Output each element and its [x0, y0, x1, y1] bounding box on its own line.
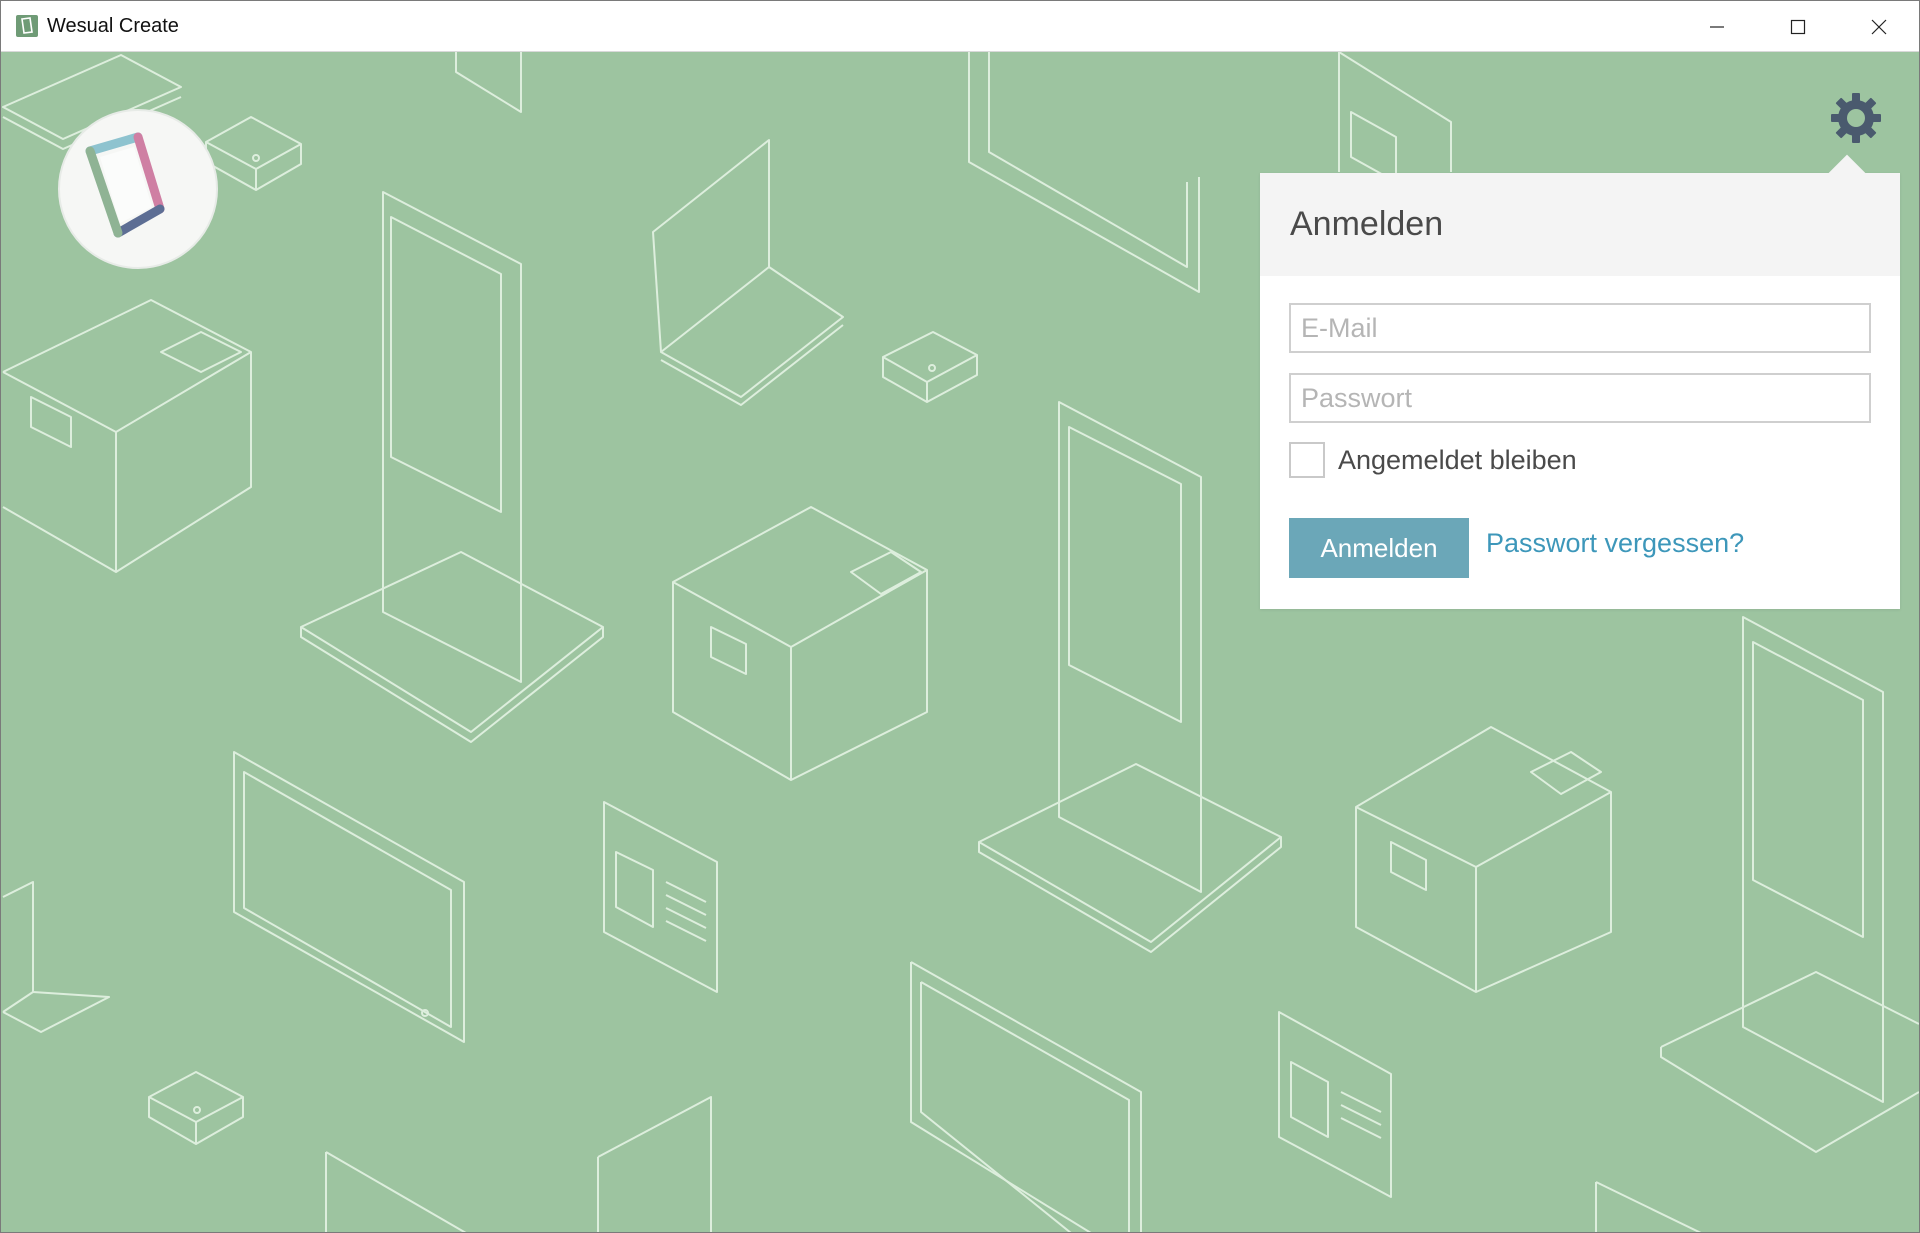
minimize-icon: [1709, 25, 1724, 28]
login-panel: Anmelden Angemeldet bleiben Anmelden Pas…: [1260, 154, 1900, 609]
maximize-icon: [1790, 19, 1805, 34]
main-content: Anmelden Angemeldet bleiben Anmelden Pas…: [1, 52, 1919, 1232]
window-controls: [1676, 1, 1919, 52]
gear-icon: [1831, 93, 1881, 143]
window-title: Wesual Create: [47, 14, 179, 37]
app-logo-icon: [16, 15, 38, 37]
remember-me-option[interactable]: Angemeldet bleiben: [1289, 442, 1577, 478]
title-bar[interactable]: Wesual Create: [1, 1, 1919, 52]
close-button[interactable]: [1838, 1, 1919, 52]
minimize-button[interactable]: [1676, 1, 1757, 52]
close-icon: [1871, 19, 1886, 34]
login-button[interactable]: Anmelden: [1289, 518, 1469, 578]
email-field[interactable]: [1289, 303, 1871, 353]
remember-me-label: Angemeldet bleiben: [1338, 444, 1577, 475]
app-window: Wesual Create Anmelden E-Mail Angemeldet…: [0, 0, 1920, 1233]
login-header: Anmelden: [1260, 173, 1900, 276]
password-field[interactable]: [1289, 373, 1871, 423]
wesual-logo-icon: [85, 132, 165, 238]
maximize-button[interactable]: [1757, 1, 1838, 52]
forgot-password-link[interactable]: Passwort vergessen?: [1486, 528, 1744, 559]
remember-me-checkbox[interactable]: [1289, 442, 1325, 478]
login-title: Anmelden: [1290, 205, 1444, 243]
brand-logo: [58, 109, 218, 269]
settings-button[interactable]: [1829, 91, 1883, 145]
